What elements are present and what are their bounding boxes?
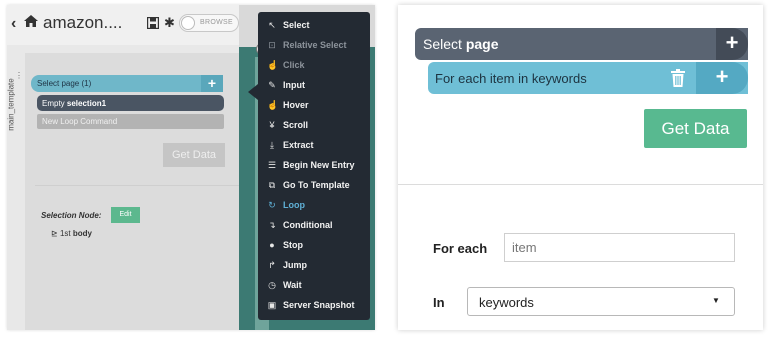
menu-item-server-snapshot[interactable]: ▣ Server Snapshot	[258, 296, 370, 316]
select-page-label: Select page	[423, 36, 499, 52]
menu-item-extract[interactable]: ⤓ Extract	[258, 136, 370, 156]
loop-icon: ↻	[268, 200, 276, 210]
relative-select-icon: ⊡	[268, 40, 276, 50]
select-page-command[interactable]: Select page (1) +	[31, 75, 223, 92]
pencil-icon: ✎	[268, 80, 276, 90]
camera-icon: ▣	[267, 300, 277, 310]
get-data-button-disabled[interactable]: Get Data	[163, 143, 225, 167]
in-select-value: keywords	[479, 295, 534, 310]
edit-button[interactable]: Edit	[111, 207, 140, 223]
template-tab[interactable]: main_template	[7, 78, 16, 130]
loop-command[interactable]: For each item in keywords +	[428, 62, 748, 94]
for-each-input[interactable]: item	[504, 233, 735, 262]
side-handle-icon[interactable]: ⋮	[15, 72, 23, 80]
browse-label: BROWSE	[200, 19, 233, 26]
project-title[interactable]: amazon....	[43, 13, 122, 33]
new-loop-label: New Loop Command	[42, 117, 118, 126]
in-label: In	[433, 295, 445, 310]
menu-item-conditional[interactable]: ↴ Conditional	[258, 216, 370, 236]
selection-node-label: Selection Node:	[41, 211, 102, 220]
hand-pointer-icon: ☝	[267, 60, 279, 70]
dropdown-arrow-icon: ▼	[712, 296, 720, 305]
in-select[interactable]: keywords ▼	[467, 287, 735, 316]
menu-item-hover[interactable]: ☝ Hover	[258, 96, 370, 116]
menu-item-begin-new-entry[interactable]: ☰ Begin New Entry	[258, 156, 370, 176]
add-command-button[interactable]: +	[201, 75, 223, 92]
menu-item-relative-select[interactable]: ⊡ Relative Select	[258, 36, 370, 56]
gear-icon[interactable]: ✱	[164, 16, 175, 29]
menu-item-wait[interactable]: ◷ Wait	[258, 276, 370, 296]
home-icon[interactable]	[23, 13, 39, 29]
trash-icon[interactable]	[670, 69, 686, 87]
command-menu: ↖ Select ⊡ Relative Select ☝ Click ✎ Input ☝…	[258, 12, 370, 320]
selection-node-path: ⊵ 1st body	[51, 229, 92, 238]
conditional-icon: ↴	[268, 220, 276, 230]
new-loop-command[interactable]: New Loop Command	[37, 114, 224, 129]
select-page-label: Select page (1)	[37, 79, 92, 88]
browse-toggle[interactable]: BROWSE	[179, 14, 239, 32]
save-icon[interactable]	[147, 17, 159, 29]
empty-selection-command[interactable]: Empty selection1	[37, 95, 224, 111]
for-each-label: For each	[433, 241, 488, 256]
cursor-icon: ↖	[268, 20, 276, 30]
add-command-button[interactable]: +	[716, 28, 748, 60]
menu-item-go-to-template[interactable]: ⧉ Go To Template	[258, 176, 370, 196]
scroll-icon: ¥	[269, 120, 275, 130]
chevron-left-icon[interactable]: ‹	[11, 15, 16, 33]
menu-item-click[interactable]: ☝ Click	[258, 56, 370, 76]
list-icon: ☰	[267, 160, 277, 170]
menu-item-stop[interactable]: ● Stop	[258, 236, 370, 256]
menu-item-jump[interactable]: ↱ Jump	[258, 256, 370, 276]
divider	[35, 185, 239, 186]
stop-icon: ●	[269, 240, 275, 250]
command-tree-zoom: Select page + For each item in keywords …	[398, 5, 763, 185]
menu-item-scroll[interactable]: ¥ Scroll	[258, 116, 370, 136]
toggle-knob	[181, 16, 195, 30]
loop-command-label: For each item in keywords	[435, 71, 587, 86]
select-page-command[interactable]: Select page +	[415, 28, 748, 60]
project-header: ‹ amazon.... ✱ BROWSE	[7, 5, 239, 45]
menu-caret	[248, 84, 258, 100]
external-link-icon: ⧉	[268, 180, 276, 190]
clock-icon: ◷	[268, 280, 276, 290]
get-data-button[interactable]: Get Data	[644, 109, 747, 148]
empty-selection-label: Empty selection1	[42, 99, 107, 108]
download-icon: ⤓	[270, 140, 274, 150]
hover-hand-icon: ☝	[267, 100, 279, 110]
jump-arrow-icon: ↱	[268, 260, 276, 270]
menu-item-loop[interactable]: ↻ Loop	[258, 196, 370, 216]
menu-item-select[interactable]: ↖ Select	[258, 16, 370, 36]
add-command-button[interactable]: +	[696, 62, 748, 94]
screenshot-composite: ‹ amazon.... ✱ BROWSE ⋮ main_template Se…	[0, 0, 770, 343]
menu-item-input[interactable]: ✎ Input	[258, 76, 370, 96]
loop-settings-panel: Select page + For each item in keywords …	[398, 5, 763, 330]
command-tree-panel: Select page (1) + Empty selection1 New L…	[25, 53, 239, 330]
